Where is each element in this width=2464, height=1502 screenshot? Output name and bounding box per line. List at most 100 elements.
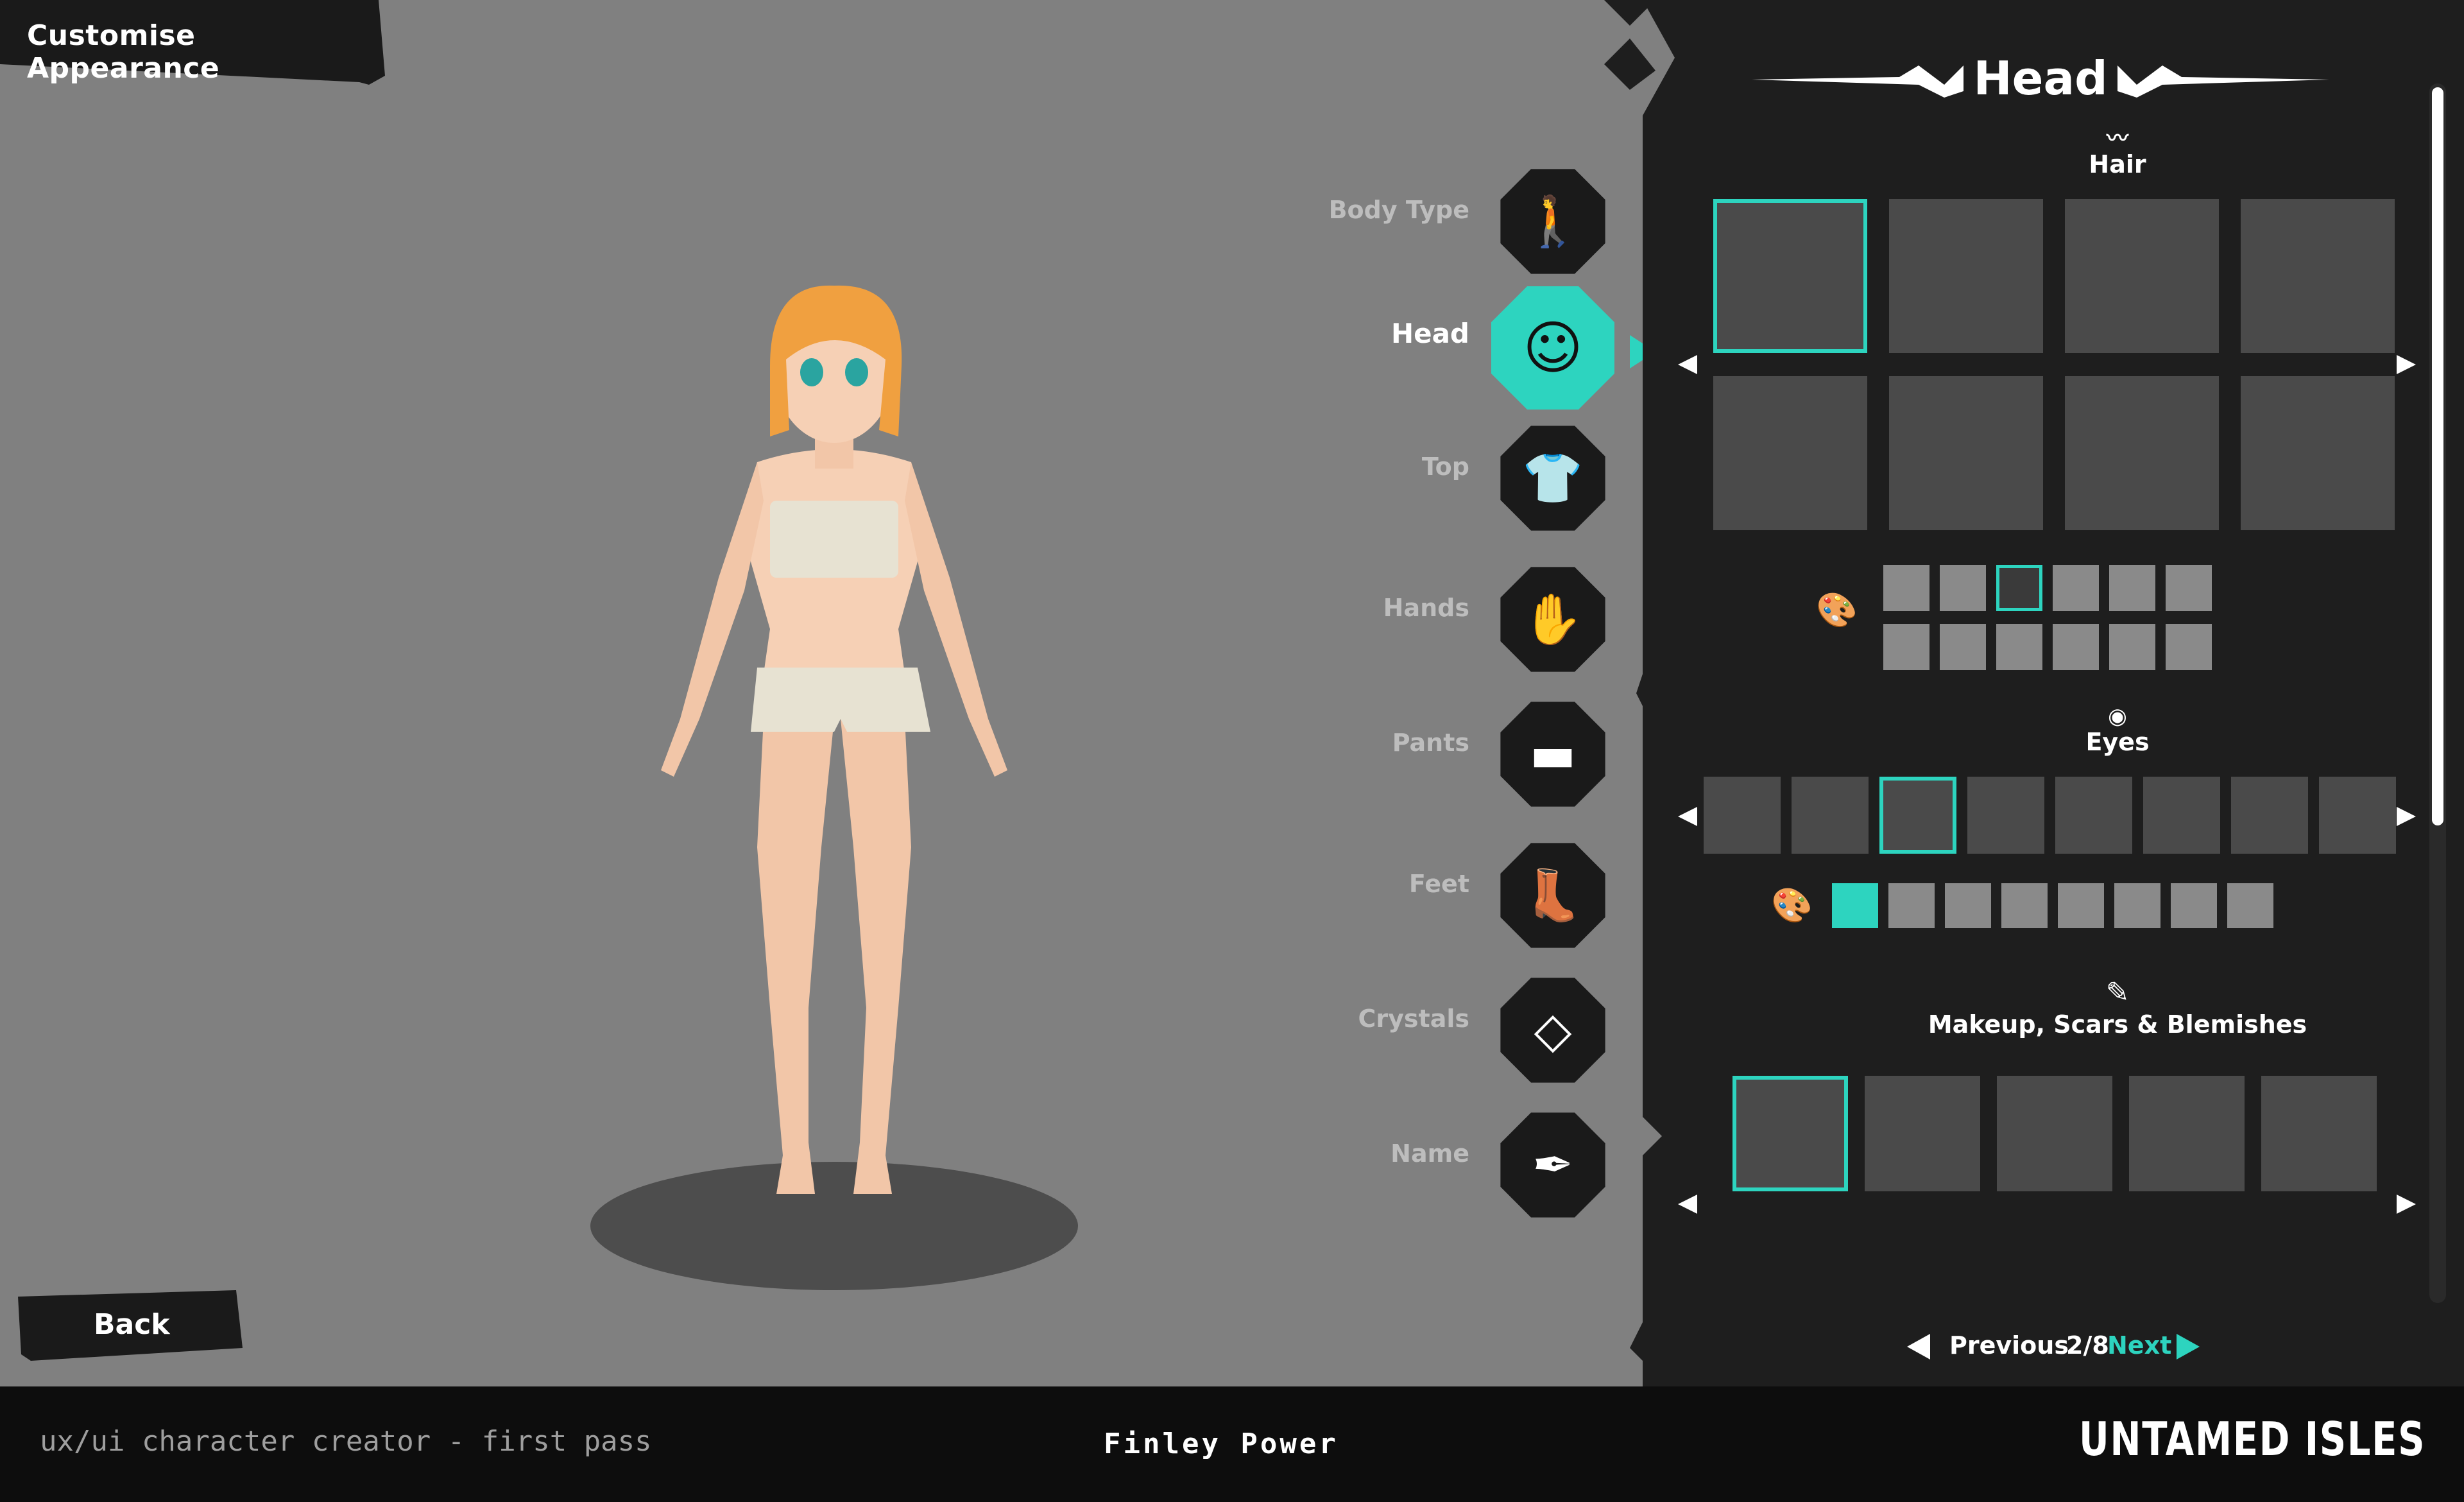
title-tab: Customise Appearance: [0, 0, 385, 90]
hair-option-tile[interactable]: [1713, 376, 1867, 530]
top-shirt-icon: 👕: [1522, 450, 1584, 507]
category-button-crystals[interactable]: ◇: [1498, 976, 1607, 1085]
hair-color-swatch[interactable]: [1940, 624, 1986, 670]
hair-option-tile[interactable]: [2241, 376, 2395, 530]
category-label-body-type[interactable]: Body Type: [1251, 196, 1469, 224]
page-title: Customise Appearance: [27, 19, 220, 85]
pants-icon: ▬: [1529, 725, 1577, 783]
category-button-pants[interactable]: ▬: [1498, 700, 1607, 809]
eye-option-tile[interactable]: [2319, 777, 2396, 854]
makeup-option-tile[interactable]: [2261, 1076, 2377, 1191]
hair-option-tile[interactable]: [1889, 199, 2043, 353]
category-label-head[interactable]: Head: [1251, 318, 1469, 349]
hair-label: Hair: [2089, 150, 2146, 178]
eye-color-palette-icon: 🎨: [1771, 886, 1813, 925]
category-button-head[interactable]: ☺: [1489, 284, 1617, 412]
hair-color-swatch[interactable]: [2166, 624, 2212, 670]
category-button-hands[interactable]: ✋: [1498, 565, 1607, 674]
category-button-feet[interactable]: 👢: [1498, 841, 1607, 950]
page-indicator: 2/8: [2066, 1331, 2109, 1360]
eye-option-tile[interactable]: [1704, 777, 1781, 854]
eye-color-swatch[interactable]: [2227, 883, 2273, 928]
category-label-top[interactable]: Top: [1251, 453, 1469, 481]
eyes-prev-arrow[interactable]: [1675, 804, 1700, 829]
eye-option-tile[interactable]: [2231, 777, 2308, 854]
hair-color-swatch[interactable]: [2166, 565, 2212, 611]
eyes-label: Eyes: [2085, 728, 2150, 756]
eye-option-tile[interactable]: [1967, 777, 2044, 854]
makeup-next-arrow[interactable]: [2393, 1191, 2419, 1217]
eyes-next-arrow[interactable]: [2393, 804, 2419, 829]
makeup-section-heading: ✎ Makeup, Scars & Blemishes: [1861, 976, 2374, 1039]
makeup-option-tile[interactable]: [1865, 1076, 1980, 1191]
hair-option-tile[interactable]: [2241, 199, 2395, 353]
previous-button[interactable]: Previous: [1949, 1331, 2069, 1360]
hair-color-swatch[interactable]: [2053, 565, 2099, 611]
feet-boots-icon: 👢: [1522, 867, 1584, 924]
eye-color-swatch[interactable]: [2114, 883, 2160, 928]
untamed-isles-logo: UNTAMED ISLES: [2078, 1412, 2426, 1466]
category-label-hands[interactable]: Hands: [1251, 594, 1469, 622]
category-label-crystals[interactable]: Crystals: [1251, 1005, 1469, 1033]
eye-option-tile[interactable]: [2143, 777, 2220, 854]
makeup-prev-arrow[interactable]: [1675, 1191, 1700, 1217]
head-icon: ☺: [1523, 314, 1583, 382]
eye-color-swatch[interactable]: [2001, 883, 2048, 928]
next-arrow-icon[interactable]: [2175, 1333, 2201, 1361]
makeup-label: Makeup, Scars & Blemishes: [1928, 1010, 2307, 1039]
hair-option-tile[interactable]: [1889, 376, 2043, 530]
eyes-section-heading: ◉ Eyes: [2021, 705, 2214, 756]
hair-color-swatch[interactable]: [1996, 624, 2042, 670]
hair-color-palette-icon: 🎨: [1816, 591, 1858, 630]
category-label-pants[interactable]: Pants: [1251, 729, 1469, 757]
makeup-option-tile[interactable]: [1733, 1076, 1848, 1191]
back-button[interactable]: Back: [18, 1290, 243, 1361]
hair-color-swatch[interactable]: [2053, 624, 2099, 670]
category-button-top[interactable]: 👕: [1498, 424, 1607, 533]
hands-glove-icon: ✋: [1522, 591, 1584, 648]
hair-color-swatch[interactable]: [1996, 565, 2042, 611]
makeup-brush-icon: ✎: [2105, 976, 2130, 1009]
category-button-name[interactable]: ✒: [1498, 1110, 1607, 1220]
eye-option-tile[interactable]: [2055, 777, 2132, 854]
previous-arrow-icon[interactable]: [1906, 1333, 1931, 1361]
category-label-name[interactable]: Name: [1251, 1139, 1469, 1168]
hair-color-swatch[interactable]: [1940, 565, 1986, 611]
footer: ux/ui character creator - first pass Fin…: [0, 1386, 2464, 1502]
panel-header: Head: [1752, 45, 2329, 109]
footer-author: Finley Power: [1104, 1428, 1339, 1460]
hair-prev-arrow[interactable]: [1675, 352, 1700, 377]
category-label-feet[interactable]: Feet: [1251, 870, 1469, 898]
hair-section-heading: 〰 Hair: [2021, 127, 2214, 178]
eye-color-swatch[interactable]: [1945, 883, 1991, 928]
hair-color-swatch[interactable]: [2109, 624, 2155, 670]
next-button[interactable]: Next: [2107, 1331, 2171, 1360]
back-label: Back: [94, 1308, 170, 1341]
customisation-panel: Head 〰 Hair 🎨 ◉ Eyes 🎨 ✎ Makeup, Scars &…: [1604, 0, 2464, 1386]
hair-color-swatch[interactable]: [2109, 565, 2155, 611]
hair-icon: 〰: [2107, 126, 2128, 151]
crystal-icon: ◇: [1534, 1001, 1572, 1059]
hair-option-tile[interactable]: [2065, 199, 2219, 353]
category-button-body-type[interactable]: 🚶: [1498, 167, 1607, 276]
hair-color-swatch[interactable]: [1883, 565, 1929, 611]
hair-next-arrow[interactable]: [2393, 352, 2419, 377]
character-preview[interactable]: [565, 270, 1129, 1309]
eye-option-tile[interactable]: [1879, 777, 1956, 854]
body-type-icon: 🚶: [1522, 193, 1584, 250]
makeup-option-tile[interactable]: [2129, 1076, 2245, 1191]
makeup-option-tile[interactable]: [1997, 1076, 2112, 1191]
category-rail: Body Type 🚶 Head ☺ Top 👕 Hands ✋ Pants ▬ Feet 👢 Crys…: [1283, 154, 1656, 1258]
name-quill-icon: ✒: [1532, 1136, 1574, 1194]
hair-option-tile[interactable]: [2065, 376, 2219, 530]
eye-color-swatch[interactable]: [1888, 883, 1935, 928]
eye-icon: ◉: [2108, 704, 2127, 729]
eye-option-tile[interactable]: [1792, 777, 1869, 854]
eye-color-swatch[interactable]: [2171, 883, 2217, 928]
eye-color-swatch[interactable]: [2058, 883, 2104, 928]
panel-title: Head: [1973, 51, 2108, 105]
eye-color-swatch[interactable]: [1832, 883, 1878, 928]
hair-color-swatch[interactable]: [1883, 624, 1929, 670]
footer-caption: ux/ui character creator - first pass: [40, 1425, 652, 1458]
hair-option-tile[interactable]: [1713, 199, 1867, 353]
